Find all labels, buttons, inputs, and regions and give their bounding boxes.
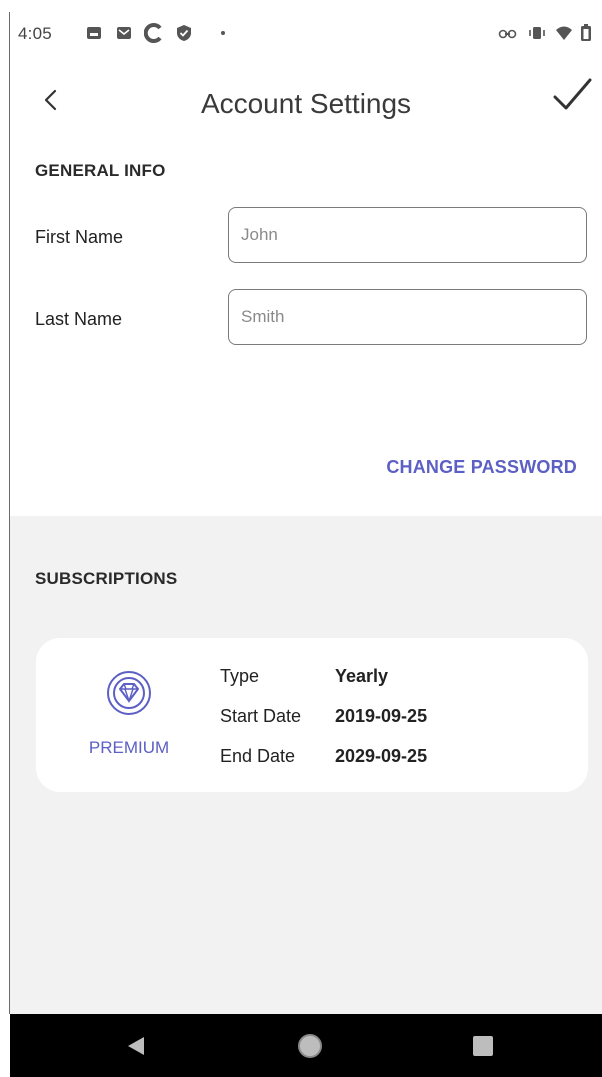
- page-title: Account Settings: [200, 88, 412, 119]
- nav-home-icon[interactable]: [296, 1032, 324, 1060]
- type-key: Type: [220, 666, 260, 686]
- change-password-button[interactable]: CHANGE PASSWORD: [386, 457, 577, 478]
- save-check-icon[interactable]: [550, 74, 596, 120]
- diamond-icon: [107, 671, 151, 715]
- c-notification-icon: [144, 23, 162, 43]
- app-screen: 4:05 Account Settings GENERAL INFO First…: [10, 12, 602, 1077]
- start-date-value: 2019-09-25: [335, 706, 428, 726]
- last-name-label: Last Name: [35, 309, 123, 329]
- nav-recents-icon[interactable]: [472, 1035, 494, 1057]
- mail-notification-icon: [117, 27, 131, 39]
- nav-back-icon[interactable]: [124, 1034, 148, 1058]
- vibrate-icon: [529, 27, 545, 39]
- first-name-label: First Name: [35, 227, 124, 247]
- shield-notification-icon: [177, 25, 191, 41]
- subscriptions-heading: SUBSCRIPTIONS: [35, 569, 178, 588]
- image-notification-icon: [87, 27, 101, 39]
- more-notifications-dot: [221, 31, 225, 35]
- first-name-field[interactable]: [228, 207, 587, 263]
- status-bar: 4:05: [10, 12, 602, 54]
- wifi-icon: [556, 26, 572, 40]
- end-date-key: End Date: [220, 746, 296, 766]
- start-date-key: Start Date: [220, 706, 302, 726]
- subscription-card: PREMIUM Type Yearly Start Date 2019-09-2…: [36, 638, 588, 792]
- general-info-heading: GENERAL INFO: [35, 161, 166, 180]
- battery-icon: [581, 24, 591, 41]
- end-date-value: 2029-09-25: [335, 746, 428, 766]
- system-nav-bar: [10, 1014, 602, 1077]
- status-time: 4:05: [18, 24, 52, 43]
- vpn-key-icon: [498, 29, 517, 39]
- last-name-field[interactable]: [228, 289, 587, 345]
- type-value: Yearly: [335, 666, 389, 686]
- plan-name: PREMIUM: [88, 738, 170, 757]
